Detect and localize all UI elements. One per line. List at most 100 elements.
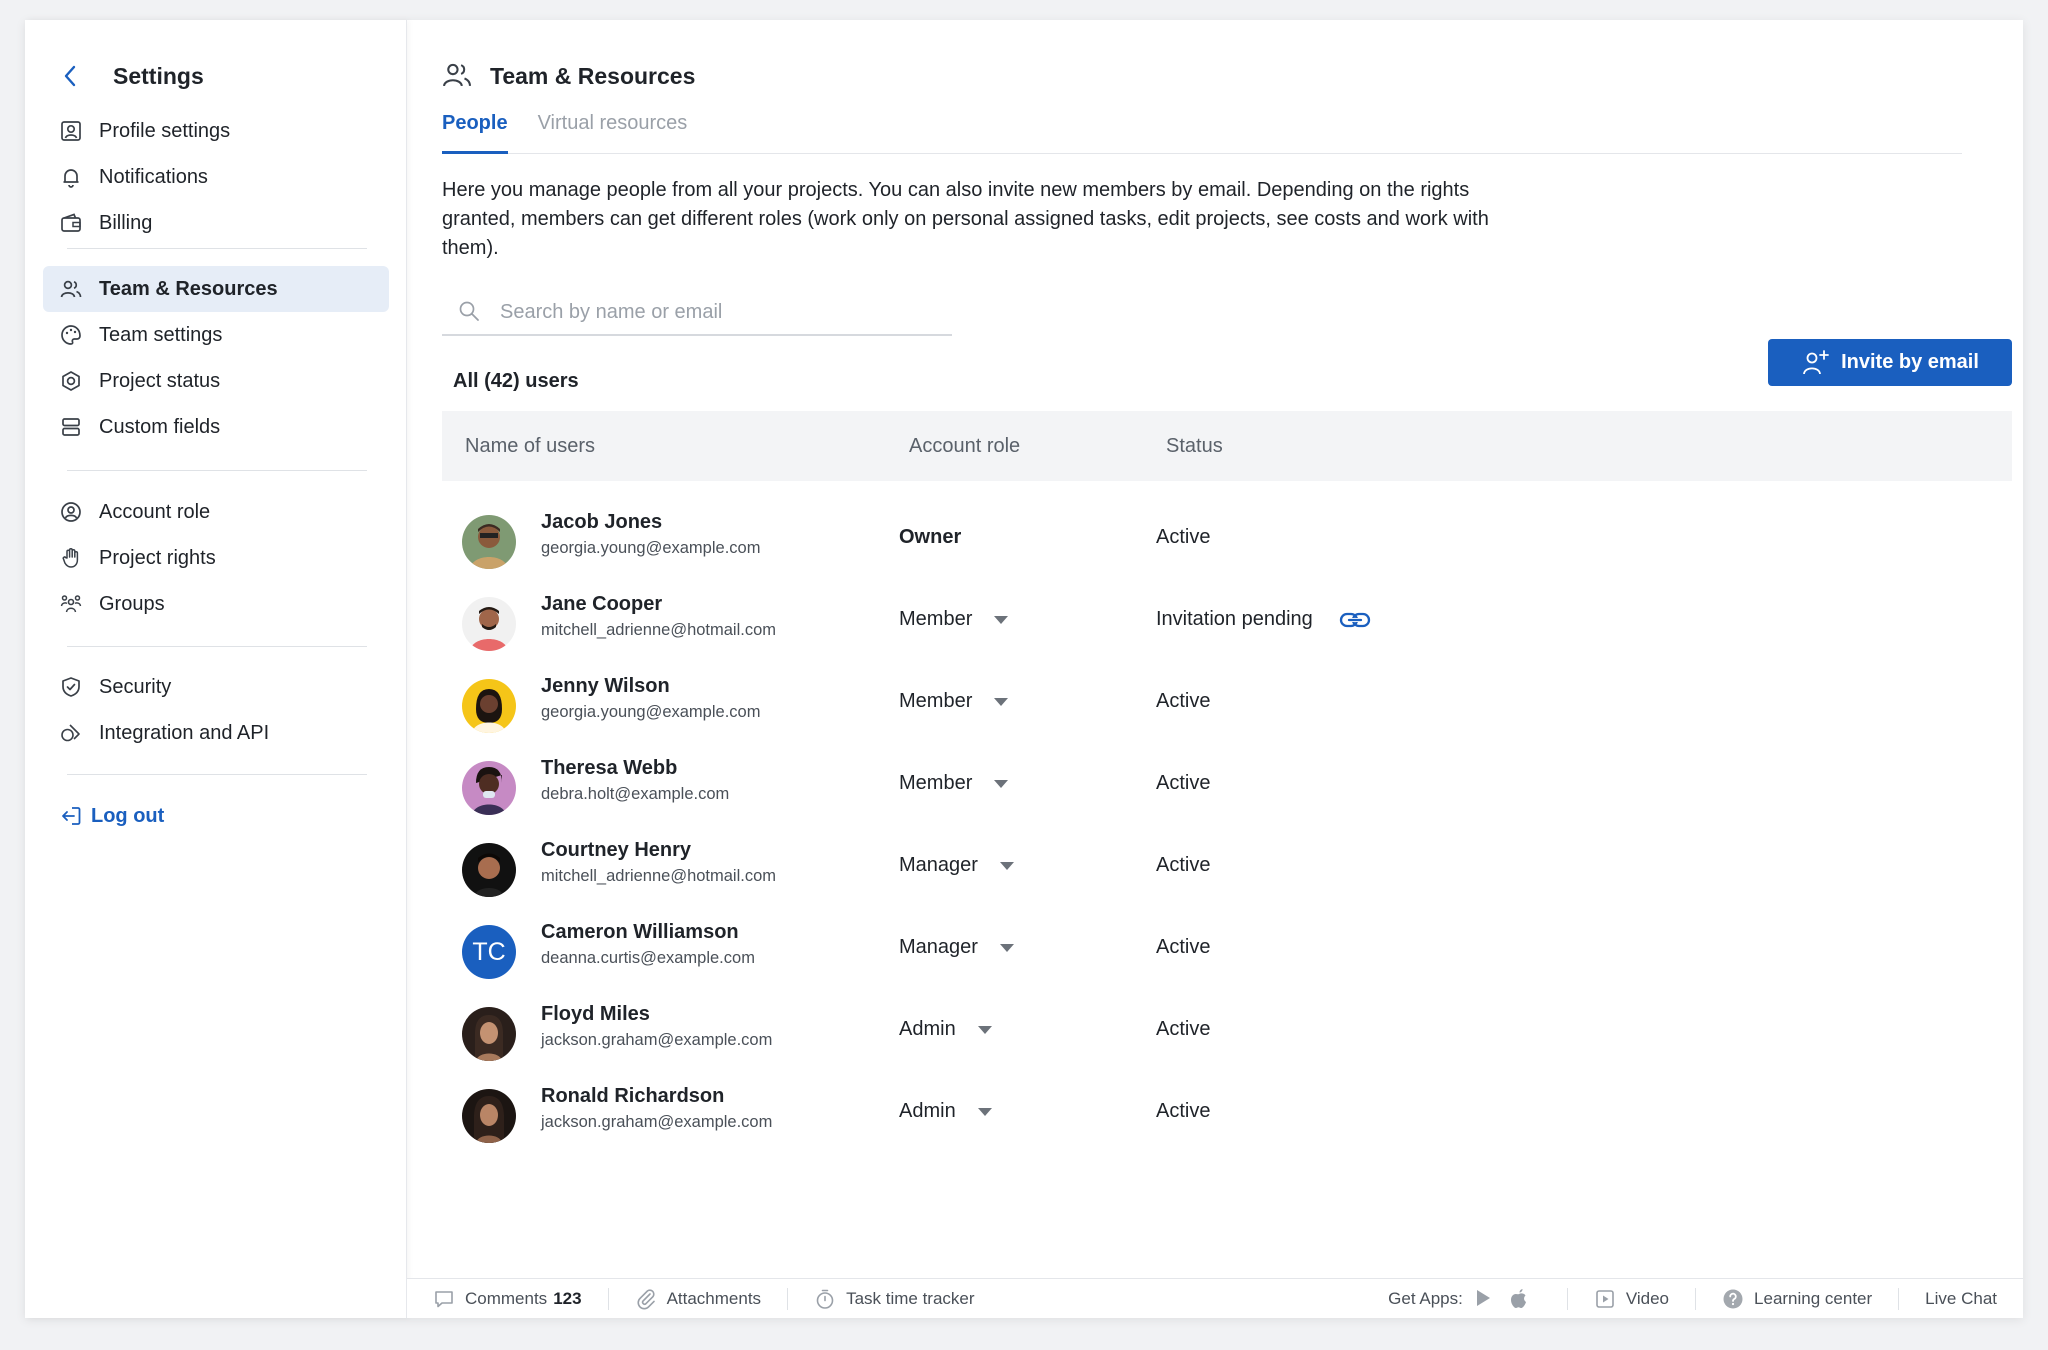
status-cell: Active: [1156, 1018, 1210, 1041]
footer-divider: [787, 1287, 789, 1310]
tab-virtual-resources[interactable]: Virtual resources: [538, 112, 688, 153]
role-label: Admin: [899, 1100, 956, 1122]
user-email: mitchell_adrienne@hotmail.com: [541, 867, 777, 885]
sidebar-group-security: Security Integration and API: [43, 664, 389, 756]
role-dropdown[interactable]: Admin: [899, 1018, 992, 1041]
get-apps-label: Get Apps:: [1388, 1288, 1463, 1308]
team-icon: [59, 277, 83, 301]
table-row[interactable]: Floyd Miles jackson.graham@example.com A…: [442, 1001, 2012, 1083]
comments-label: Comments: [465, 1288, 548, 1308]
role-dropdown[interactable]: Member: [899, 772, 1009, 795]
sidebar-item-project-status[interactable]: Project status: [43, 358, 389, 404]
user-name: Jane Cooper: [541, 593, 663, 615]
status-label: Active: [1156, 772, 1211, 794]
sidebar-item-custom-fields[interactable]: Custom fields: [43, 404, 389, 450]
sidebar-item-profile-settings[interactable]: Profile settings: [43, 108, 389, 154]
sidebar-item-label: Team settings: [99, 323, 223, 346]
page-header: Team & Resources: [442, 48, 695, 104]
sidebar-item-team-resources[interactable]: Team & Resources: [43, 266, 389, 312]
sidebar-item-label: Notifications: [99, 165, 208, 188]
shield-icon: [59, 675, 83, 699]
learning-center-button[interactable]: Learning center: [1722, 1288, 1872, 1310]
comments-count: 123: [553, 1288, 582, 1308]
role-dropdown[interactable]: Admin: [899, 1100, 992, 1123]
caret-down-icon[interactable]: [977, 1107, 992, 1116]
caret-down-icon[interactable]: [977, 1025, 992, 1034]
table-row[interactable]: Jenny Wilson georgia.young@example.com M…: [442, 673, 2012, 755]
attachments-button[interactable]: Attachments: [635, 1288, 761, 1310]
sidebar-item-team-settings[interactable]: Team settings: [43, 312, 389, 358]
caret-down-icon[interactable]: [999, 943, 1014, 952]
role-label: Manager: [899, 854, 978, 876]
table-row[interactable]: Theresa Webb debra.holt@example.com Memb…: [442, 755, 2012, 837]
video-button[interactable]: Video: [1594, 1288, 1669, 1310]
live-chat-button[interactable]: Live Chat: [1925, 1289, 1997, 1309]
comments-button[interactable]: Comments 123: [433, 1288, 582, 1310]
sidebar-item-notifications[interactable]: Notifications: [43, 154, 389, 200]
bell-icon: [59, 165, 83, 189]
sidebar-item-project-rights[interactable]: Project rights: [43, 535, 389, 581]
avatar: [462, 679, 516, 733]
link-icon[interactable]: [1339, 609, 1371, 631]
groups-icon: [59, 592, 83, 616]
role-dropdown[interactable]: Manager: [899, 854, 1014, 877]
table-row[interactable]: Jacob Jones georgia.young@example.com Ow…: [442, 509, 2012, 591]
user-name: Ronald Richardson: [541, 1085, 725, 1107]
back-button[interactable]: [55, 61, 85, 91]
tab-people[interactable]: People: [442, 112, 508, 154]
role-dropdown[interactable]: Manager: [899, 936, 1014, 959]
user-email: jackson.graham@example.com: [541, 1113, 773, 1131]
sidebar-item-groups[interactable]: Groups: [43, 581, 389, 627]
sidebar-divider: [67, 470, 367, 471]
footer-divider: [1566, 1287, 1568, 1310]
search-input[interactable]: [500, 300, 940, 324]
status-label: Invitation pending: [1156, 608, 1313, 630]
table-row[interactable]: Courtney Henry mitchell_adrienne@hotmail…: [442, 837, 2012, 919]
table-row[interactable]: TC Cameron Williamson deanna.curtis@exam…: [442, 919, 2012, 1001]
sidebar-divider: [67, 646, 367, 647]
avatar: [462, 1089, 516, 1143]
role-label: Admin: [899, 1018, 956, 1040]
status-label: Active: [1156, 1100, 1211, 1122]
table-row[interactable]: Ronald Richardson jackson.graham@example…: [442, 1083, 2012, 1165]
live-chat-label: Live Chat: [1925, 1288, 1997, 1308]
stopwatch-icon: [814, 1288, 836, 1310]
sidebar-item-integration-api[interactable]: Integration and API: [43, 710, 389, 756]
hand-icon: [59, 546, 83, 570]
avatar: [462, 843, 516, 897]
role-dropdown[interactable]: Member: [899, 690, 1009, 713]
paperclip-icon: [635, 1288, 657, 1310]
status-cell: Active: [1156, 854, 1210, 877]
sidebar-group-account: Profile settings Notifications Billing: [43, 108, 389, 246]
user-name: Courtney Henry: [541, 839, 692, 861]
column-header-role: Account role: [909, 434, 1021, 457]
tab-bar: People Virtual resources: [442, 112, 1962, 154]
logout-button[interactable]: Log out: [43, 793, 389, 839]
caret-down-icon[interactable]: [994, 615, 1009, 624]
sidebar-item-label: Security: [99, 675, 172, 698]
caret-down-icon[interactable]: [994, 697, 1009, 706]
team-icon: [442, 60, 474, 92]
video-icon: [1594, 1288, 1616, 1310]
user-email: mitchell_adrienne@hotmail.com: [541, 621, 777, 639]
caret-down-icon[interactable]: [994, 779, 1009, 788]
sidebar-item-security[interactable]: Security: [43, 664, 389, 710]
table-row[interactable]: Jane Cooper mitchell_adrienne@hotmail.co…: [442, 591, 2012, 673]
sidebar-group-team: Team & Resources Team settings Project s…: [43, 266, 389, 450]
role-label: Owner: [899, 526, 962, 548]
sidebar-item-label: Account role: [99, 500, 211, 523]
user-email: georgia.young@example.com: [541, 539, 761, 557]
avatar: [462, 515, 516, 569]
time-tracker-button[interactable]: Task time tracker: [814, 1288, 975, 1310]
invite-by-email-button[interactable]: Invite by email: [1768, 339, 2012, 386]
user-name: Floyd Miles: [541, 1003, 650, 1025]
role-label: Member: [899, 690, 973, 712]
sidebar-item-billing[interactable]: Billing: [43, 200, 389, 246]
caret-down-icon[interactable]: [999, 861, 1014, 870]
sidebar-item-account-role[interactable]: Account role: [43, 489, 389, 535]
apple-icon[interactable]: [1509, 1288, 1531, 1310]
video-label: Video: [1625, 1288, 1670, 1308]
role-dropdown[interactable]: Member: [899, 608, 1009, 631]
google-play-icon[interactable]: [1473, 1288, 1495, 1310]
sidebar-divider: [67, 774, 367, 775]
